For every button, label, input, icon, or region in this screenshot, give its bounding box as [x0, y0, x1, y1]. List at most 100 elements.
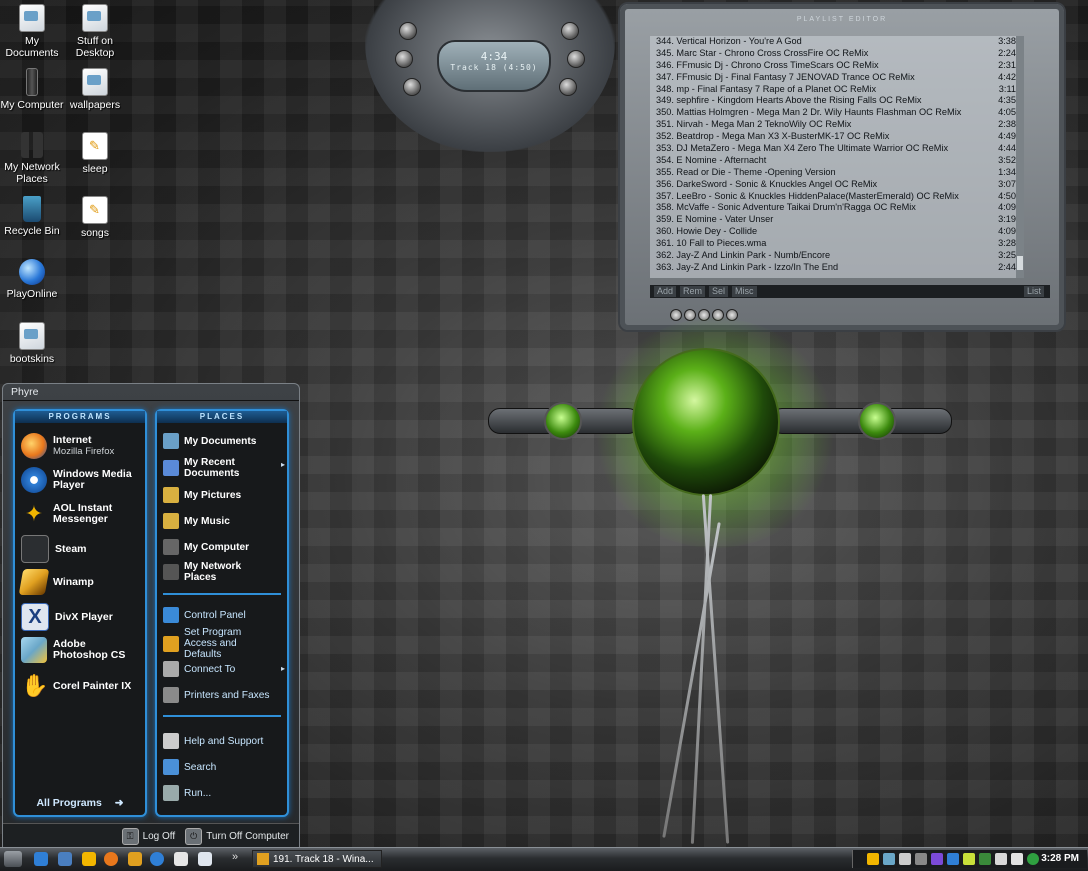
playlist-add-button[interactable]: Add: [654, 286, 677, 297]
winamp-knob[interactable]: [561, 22, 579, 40]
places-item-control-panel[interactable]: Control Panel: [163, 607, 276, 623]
playlist-title: PLAYLIST EDITOR: [796, 16, 888, 23]
winamp-knob[interactable]: [567, 50, 585, 68]
tray-icon[interactable]: [1027, 853, 1039, 865]
desktop-icon-wallpapers[interactable]: wallpapers: [63, 66, 127, 111]
tray-aim-icon[interactable]: [867, 853, 879, 865]
taskbar-clock[interactable]: 3:28 PM: [1041, 853, 1079, 864]
places-item-my-music[interactable]: My Music: [163, 513, 276, 529]
program-item-divx[interactable]: X DivX Player: [21, 603, 113, 631]
playlist-row[interactable]: 348. mp - Final Fantasy 7 Rape of a Plan…: [650, 84, 1022, 96]
all-programs-button[interactable]: All Programs ➜: [15, 797, 145, 809]
tray-icon[interactable]: [899, 853, 911, 865]
playlist-row[interactable]: 360. Howie Dey - Collide 4:09: [650, 226, 1022, 238]
playlist-row[interactable]: 354. E Nomine - Afternacht 3:52: [650, 155, 1022, 167]
tray-icon[interactable]: [931, 853, 943, 865]
tray-icon[interactable]: [995, 853, 1007, 865]
desktop-icon-stuff-on-desktop[interactable]: Stuff on Desktop: [63, 2, 127, 59]
playlist-list-button[interactable]: List: [1023, 286, 1044, 297]
taskbar-button-winamp[interactable]: 191. Track 18 - Wina...: [252, 850, 382, 868]
tray-icon[interactable]: [1011, 853, 1023, 865]
playlist-row[interactable]: 349. sephfire - Kingdom Hearts Above the…: [650, 95, 1022, 107]
tray-icon[interactable]: [979, 853, 991, 865]
tray-icon[interactable]: [963, 853, 975, 865]
quick-launch-more[interactable]: »: [232, 851, 238, 863]
playlist-row[interactable]: 359. E Nomine - Vater Unser 3:19: [650, 214, 1022, 226]
desktop-icon-recycle-bin[interactable]: Recycle Bin: [0, 194, 64, 237]
playlist-misc-button[interactable]: Misc: [732, 286, 757, 297]
playlist-row[interactable]: 362. Jay-Z And Linkin Park - Numb/Encore…: [650, 250, 1022, 262]
quick-launch-browser-icon[interactable]: [150, 852, 164, 866]
winamp-knob[interactable]: [403, 78, 421, 96]
places-item-help[interactable]: Help and Support: [163, 733, 276, 749]
quick-launch-ie-icon[interactable]: [34, 852, 48, 866]
playlist-row[interactable]: 347. FFmusic Dj - Final Fantasy 7 JENOVA…: [650, 72, 1022, 84]
winamp-knob[interactable]: [395, 50, 413, 68]
places-item-connect-to[interactable]: Connect To ▸: [163, 661, 285, 677]
quick-launch-file-icon[interactable]: [174, 852, 188, 866]
playlist-rem-button[interactable]: Rem: [680, 286, 706, 297]
program-item-aim[interactable]: ✦ AOL Instant Messenger: [21, 501, 143, 527]
playlist-row[interactable]: 357. LeeBro - Sonic & Knuckles HiddenPal…: [650, 191, 1022, 203]
winamp-knob[interactable]: [559, 78, 577, 96]
tray-icon[interactable]: [947, 853, 959, 865]
program-item-corel-painter[interactable]: ✋ Corel Painter IX: [21, 673, 131, 699]
desktop-icon-my-documents[interactable]: My Documents: [0, 2, 64, 59]
places-item-run[interactable]: Run...: [163, 785, 276, 801]
playlist-row[interactable]: 346. FFmusic Dj - Chrono Cross TimeScars…: [650, 60, 1022, 72]
chevron-right-icon: ▸: [281, 460, 286, 469]
desktop-icon-songs[interactable]: songs: [63, 194, 127, 239]
playlist-row[interactable]: 361. 10 Fall to Pieces.wma 3:28: [650, 238, 1022, 250]
quick-launch-winamp-icon[interactable]: [128, 852, 142, 866]
playlist-row-duration: 4:50: [998, 190, 1016, 201]
playlist-row-duration: 4:05: [998, 107, 1016, 118]
quick-launch-desktop-icon[interactable]: [58, 852, 72, 866]
playlist-row[interactable]: 356. DarkeSword - Sonic & Knuckles Angel…: [650, 179, 1022, 191]
playlist-sel-button[interactable]: Sel: [709, 286, 729, 297]
playlist-scrollbar[interactable]: [1016, 36, 1024, 278]
playlist-control-button[interactable]: [670, 309, 682, 321]
places-item-network-places[interactable]: My Network Places: [163, 561, 276, 583]
places-item-search[interactable]: Search: [163, 759, 276, 775]
playlist-row[interactable]: 345. Marc Star - Chrono Cross CrossFire …: [650, 48, 1022, 60]
playlist-row-title: 345. Marc Star - Chrono Cross CrossFire …: [656, 47, 869, 58]
playlist-row[interactable]: 344. Vertical Horizon - You're A God 3:38: [650, 36, 1022, 48]
places-item-my-documents[interactable]: My Documents: [163, 433, 276, 449]
places-item-my-computer[interactable]: My Computer: [163, 539, 276, 555]
places-item-my-pictures[interactable]: My Pictures: [163, 487, 276, 503]
winamp-playlist-editor[interactable]: PLAYLIST EDITOR 344. Vertical Horizon - …: [618, 2, 1066, 332]
tray-icon[interactable]: [883, 853, 895, 865]
desktop-icon-sleep[interactable]: sleep: [63, 130, 127, 175]
orb-left-pod: [544, 402, 582, 440]
desktop-icon-my-network-places[interactable]: My Network Places: [0, 130, 64, 185]
places-item-recent-documents[interactable]: My Recent Documents ▸: [163, 457, 285, 479]
desktop-icon-my-computer[interactable]: My Computer: [0, 66, 64, 111]
playlist-row[interactable]: 350. Mattias Holmgren - Mega Man 2 Dr. W…: [650, 107, 1022, 119]
playlist-row[interactable]: 352. Beatdrop - Mega Man X3 X-BusterMK-1…: [650, 131, 1022, 143]
program-item-winamp[interactable]: Winamp: [18, 569, 94, 595]
program-item-windows-media-player[interactable]: Windows Media Player: [21, 467, 143, 493]
program-item-photoshop[interactable]: Adobe Photoshop CS: [21, 637, 143, 663]
quick-launch-aim-icon[interactable]: [82, 852, 96, 866]
desktop-icon-playonline[interactable]: PlayOnline: [0, 257, 64, 300]
playlist-row[interactable]: 351. Nirvah - Mega Man 2 TeknoWily OC Re…: [650, 119, 1022, 131]
turn-off-button[interactable]: ⏻ Turn Off Computer: [185, 827, 289, 845]
tray-icon[interactable]: [915, 853, 927, 865]
places-item-printers[interactable]: Printers and Faxes: [163, 687, 276, 703]
quick-launch-folder-icon[interactable]: [198, 852, 212, 866]
playlist-list[interactable]: 344. Vertical Horizon - You're A God 3:38…: [650, 36, 1022, 278]
desktop-icon-bootskins[interactable]: bootskins: [0, 320, 64, 365]
winamp-knob[interactable]: [399, 22, 417, 40]
playlist-row[interactable]: 358. McVaffe - Sonic Adventure Taikai Dr…: [650, 202, 1022, 214]
program-item-firefox[interactable]: Internet Mozilla Firefox: [21, 433, 114, 459]
playlist-row[interactable]: 353. DJ MetaZero - Mega Man X4 Zero The …: [650, 143, 1022, 155]
playlist-row[interactable]: 363. Jay-Z And Linkin Park - Izzo/In The…: [650, 262, 1022, 274]
playlist-row[interactable]: 355. Read or Die - Theme -Opening Versio…: [650, 167, 1022, 179]
start-button[interactable]: [4, 851, 22, 867]
program-item-steam[interactable]: Steam: [21, 535, 87, 563]
quick-launch-firefox-icon[interactable]: [104, 852, 118, 866]
playlist-scroll-thumb[interactable]: [1017, 256, 1023, 270]
globe-icon: [19, 259, 45, 285]
log-off-button[interactable]: ⚿ Log Off: [121, 827, 175, 845]
places-item-program-access[interactable]: Set Program Access and Defaults: [163, 627, 276, 660]
